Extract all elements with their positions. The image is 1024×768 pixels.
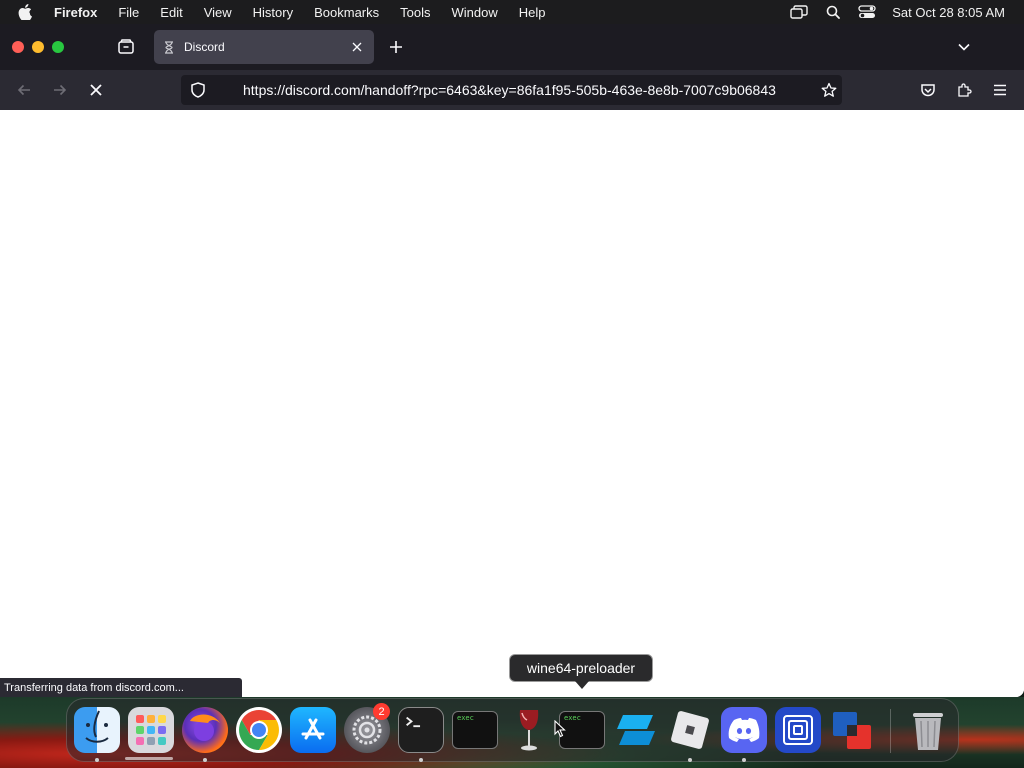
chrome-icon[interactable] [236,707,282,753]
tab-close-icon[interactable] [348,38,366,56]
wine-icon[interactable] [506,707,552,753]
apple-menu-icon[interactable] [18,4,38,20]
exec-icon[interactable]: exec [452,711,498,749]
status-text: Transferring data from discord.com... [0,678,242,697]
url-bar[interactable]: https://discord.com/handoff?rpc=6463&key… [181,75,842,105]
new-tab-button[interactable] [387,38,405,56]
navigation-toolbar: https://discord.com/handoff?rpc=6463&key… [0,70,1024,110]
window-zoom-button[interactable] [52,41,64,53]
forward-arrow-icon[interactable] [51,81,69,99]
parallels-icon[interactable] [829,707,875,753]
running-indicator [95,758,99,762]
screen-mirroring-icon[interactable] [790,5,808,19]
control-center-icon[interactable] [858,5,876,19]
running-indicator [742,758,746,762]
list-all-tabs-icon[interactable] [956,39,972,55]
firefox-view-icon[interactable] [117,38,135,56]
running-indicator [203,758,207,762]
dock-separator [890,709,891,753]
menu-view[interactable]: View [204,5,232,20]
menu-bar: Firefox File Edit View History Bookmarks… [0,0,1024,24]
page-content [0,110,1024,697]
spotlight-search-icon[interactable] [826,5,841,19]
menu-bookmarks[interactable]: Bookmarks [314,5,379,20]
menu-history[interactable]: History [253,5,293,20]
browser-window: Discord https://discord.com/handoff?rpc=… [0,24,1024,697]
launchpad-icon[interactable] [128,707,174,753]
url-text[interactable]: https://discord.com/handoff?rpc=6463&key… [243,82,815,98]
hourglass-icon [164,40,176,54]
pocket-icon[interactable] [919,81,937,99]
mouse-cursor-icon [554,720,566,738]
dock-tooltip: wine64-preloader [509,654,653,682]
menu-window[interactable]: Window [452,5,498,20]
roblox-studio-icon[interactable] [613,707,659,753]
stop-loading-icon[interactable] [87,81,105,99]
frame-app-icon[interactable] [775,707,821,753]
tracking-protection-shield-icon[interactable] [191,82,207,98]
extensions-puzzle-icon[interactable] [955,81,973,99]
roblox-icon[interactable] [667,707,713,753]
finder-icon[interactable] [74,707,120,753]
menu-file[interactable]: File [118,5,139,20]
dock: 2 exec exec [66,698,959,762]
exec-label: exec [457,714,474,722]
running-indicator [419,758,423,762]
hamburger-menu-icon[interactable] [991,81,1009,99]
terminal-icon[interactable] [398,707,444,753]
bookmark-star-icon[interactable] [821,82,837,98]
app-store-icon[interactable] [290,707,336,753]
window-minimize-button[interactable] [32,41,44,53]
menubar-clock[interactable]: Sat Oct 28 8:05 AM [892,5,1005,20]
tab-title: Discord [184,40,225,54]
running-indicator [688,758,692,762]
launchpad-scroll-indicator [125,757,173,760]
notification-badge: 2 [373,703,390,720]
window-controls [12,41,72,53]
tab-bar: Discord [0,24,1024,70]
window-close-button[interactable] [12,41,24,53]
exec-label: exec [564,714,581,722]
menu-edit[interactable]: Edit [160,5,182,20]
menu-app-firefox[interactable]: Firefox [54,5,97,20]
back-arrow-icon[interactable] [15,81,33,99]
tab-discord[interactable]: Discord [154,30,374,64]
discord-icon[interactable] [721,707,767,753]
trash-icon[interactable] [905,707,951,753]
menu-help[interactable]: Help [519,5,546,20]
menu-tools[interactable]: Tools [400,5,430,20]
dock-tooltip-arrow [575,681,589,689]
firefox-icon[interactable] [182,707,228,753]
